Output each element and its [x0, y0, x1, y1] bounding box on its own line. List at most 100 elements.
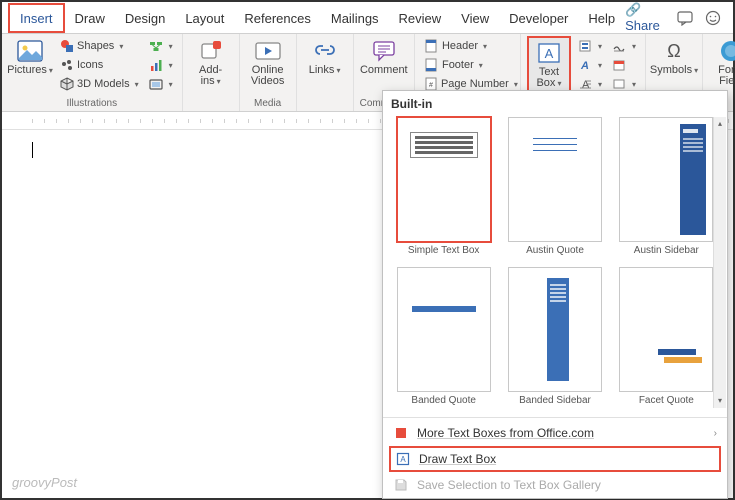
thumb-caption: Banded Quote	[411, 392, 476, 411]
thumb-caption: Austin Sidebar	[634, 242, 699, 261]
pictures-button[interactable]: Pictures	[8, 36, 52, 96]
tab-view[interactable]: View	[451, 5, 499, 31]
comments-icon[interactable]	[677, 9, 693, 27]
chart-button[interactable]	[146, 56, 176, 74]
gallery-scrollbar[interactable]: ▴▾	[713, 117, 726, 408]
quick-parts-button[interactable]	[575, 37, 605, 55]
thumb-caption: Facet Quote	[639, 392, 694, 411]
comment-label: Comment	[360, 65, 408, 76]
shapes-button[interactable]: Shapes	[56, 37, 142, 55]
form-field-label: Form Field	[718, 65, 735, 87]
thumb-banded-quote[interactable]: Banded Quote	[391, 267, 496, 411]
watermark: groovyPost	[12, 475, 77, 490]
shapes-icon	[59, 39, 74, 54]
form-field-icon	[717, 38, 735, 64]
draw-text-box-item[interactable]: A Draw Text Box	[389, 446, 721, 472]
share-button[interactable]: 🔗 Share	[625, 2, 665, 33]
tab-draw[interactable]: Draw	[65, 5, 115, 31]
footer-label: Footer	[442, 59, 474, 71]
group-addins: Add- ins	[183, 34, 240, 111]
page-number-label: Page Number	[441, 78, 509, 90]
more-text-boxes-item[interactable]: More Text Boxes from Office.com ›	[383, 420, 727, 446]
online-videos-label: Online Videos	[251, 65, 284, 87]
header-icon	[424, 39, 439, 54]
tab-insert[interactable]: Insert	[8, 3, 65, 33]
header-label: Header	[442, 40, 478, 52]
online-videos-button[interactable]: Online Videos	[246, 36, 290, 96]
quick-parts-icon	[578, 39, 593, 54]
links-button[interactable]: Links	[303, 36, 347, 96]
icons-button[interactable]: Icons	[56, 56, 142, 74]
screenshot-button[interactable]	[146, 75, 176, 93]
tab-bar: Insert Draw Design Layout References Mai…	[2, 2, 733, 34]
form-field-button[interactable]: Form Field	[709, 36, 735, 96]
thumb-banded-sidebar[interactable]: Banded Sidebar	[502, 267, 607, 411]
svg-text:A: A	[400, 455, 406, 464]
comment-button[interactable]: Comment	[362, 36, 406, 96]
addins-icon	[197, 38, 225, 64]
footer-button[interactable]: Footer	[421, 56, 514, 74]
svg-text:Ω: Ω	[667, 41, 680, 61]
thumb-caption: Austin Quote	[526, 242, 584, 261]
signature-button[interactable]	[609, 37, 639, 55]
icons-label: Icons	[77, 59, 103, 71]
addins-label: Add- ins	[199, 65, 222, 87]
video-icon	[254, 38, 282, 64]
tab-mailings[interactable]: Mailings	[321, 5, 389, 31]
save-selection-item: Save Selection to Text Box Gallery	[383, 472, 727, 498]
thumb-simple-text-box[interactable]: Simple Text Box	[391, 117, 496, 261]
share-label: Share	[625, 18, 660, 33]
tab-references[interactable]: References	[234, 5, 320, 31]
draw-text-box-label: Draw Text Box	[419, 452, 496, 466]
thumb-austin-sidebar[interactable]: Austin Sidebar	[614, 117, 719, 261]
smartart-icon	[149, 39, 164, 54]
screenshot-icon	[149, 77, 164, 92]
svg-text:#: #	[429, 82, 433, 89]
media-group-label: Media	[254, 97, 281, 111]
text-box-dropdown: Built-in Simple Text Box Austin Quote Au…	[382, 90, 728, 499]
text-box-gallery: Simple Text Box Austin Quote Austin Side…	[383, 117, 727, 415]
tab-review[interactable]: Review	[389, 5, 452, 31]
text-box-label: Text Box	[536, 67, 561, 89]
smartart-button[interactable]	[146, 37, 176, 55]
smiley-icon[interactable]	[705, 9, 721, 27]
omega-icon: Ω	[660, 38, 688, 64]
3d-models-button[interactable]: 3D Models	[56, 75, 142, 93]
svg-text:A: A	[545, 46, 554, 61]
text-box-icon: A	[535, 40, 563, 66]
tab-developer[interactable]: Developer	[499, 5, 578, 31]
header-button[interactable]: Header	[421, 37, 514, 55]
group-links: Links	[297, 34, 354, 111]
chart-icon	[149, 58, 164, 73]
group-illustrations: Pictures Shapes Icons 3D Models Illustra…	[2, 34, 183, 111]
3d-models-label: 3D Models	[77, 78, 130, 90]
thumb-caption: Banded Sidebar	[519, 392, 591, 411]
dropdown-section-builtin: Built-in	[383, 91, 727, 117]
chevron-right-icon: ›	[714, 428, 717, 439]
thumb-austin-quote[interactable]: Austin Quote	[502, 117, 607, 261]
wordart-icon: A	[578, 58, 593, 73]
thumb-caption: Simple Text Box	[408, 242, 480, 261]
draw-text-box-icon: A	[395, 451, 411, 467]
save-selection-label: Save Selection to Text Box Gallery	[417, 478, 601, 492]
text-cursor	[32, 142, 33, 158]
tab-layout[interactable]: Layout	[175, 5, 234, 31]
signature-icon	[612, 39, 627, 54]
date-time-button[interactable]	[609, 56, 639, 74]
pictures-icon	[16, 38, 44, 64]
page-surface[interactable]	[32, 142, 33, 158]
links-label: Links	[309, 65, 341, 76]
thumb-facet-quote[interactable]: Facet Quote	[614, 267, 719, 411]
symbols-button[interactable]: Ω Symbols	[652, 36, 696, 96]
shapes-label: Shapes	[77, 40, 114, 52]
tab-help[interactable]: Help	[578, 5, 625, 31]
wordart-button[interactable]: A	[575, 56, 605, 74]
symbols-label: Symbols	[650, 65, 698, 76]
tab-design[interactable]: Design	[115, 5, 175, 31]
comment-icon	[370, 38, 398, 64]
office-icon	[393, 425, 409, 441]
more-text-boxes-label: More Text Boxes from Office.com	[417, 426, 594, 440]
pictures-label: Pictures	[7, 65, 53, 76]
addins-button[interactable]: Add- ins	[189, 36, 233, 96]
text-box-button[interactable]: A Text Box	[527, 36, 571, 96]
